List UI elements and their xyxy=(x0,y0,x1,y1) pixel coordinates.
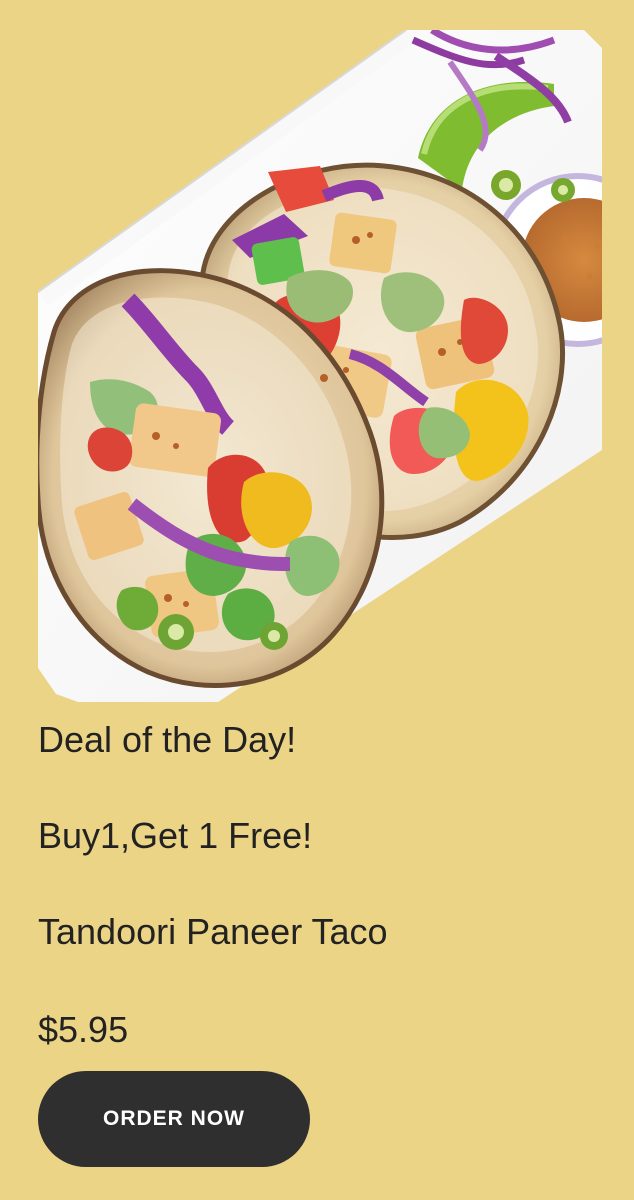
deal-headline: Deal of the Day! xyxy=(38,719,297,760)
item-price: $5.95 xyxy=(38,1009,129,1050)
order-now-button[interactable]: ORDER NOW xyxy=(38,1071,310,1167)
hero-food-image xyxy=(38,30,602,702)
offer-text: Buy1,Get 1 Free! xyxy=(38,815,313,856)
item-name: Tandoori Paneer Taco xyxy=(38,911,388,952)
